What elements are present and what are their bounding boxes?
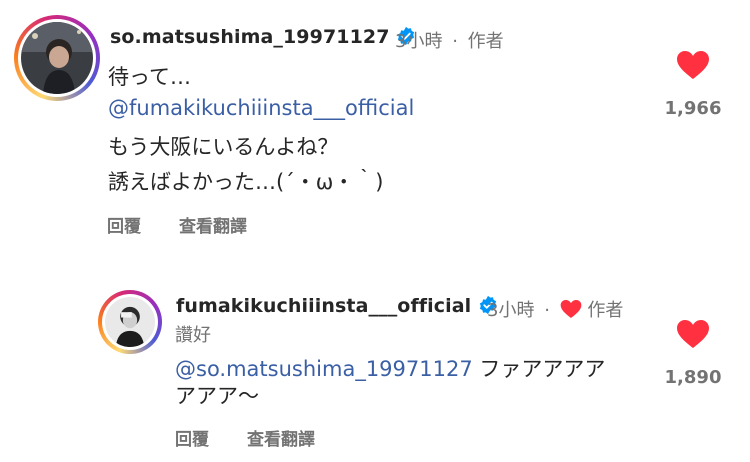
like-heart-icon[interactable] [676, 319, 710, 349]
separator-dot: · [544, 300, 550, 321]
comment-username[interactable]: fumakikuchiiinsta___official [176, 295, 498, 317]
author-badge: 作者 [467, 31, 504, 52]
like-heart-icon[interactable] [676, 50, 710, 80]
username-text[interactable]: so.matsushima_19971127 [110, 26, 390, 48]
comment-meta: 3小時 · 作者 [487, 296, 623, 322]
timestamp: 3小時 [395, 31, 443, 52]
avatar[interactable] [98, 290, 162, 354]
comment-item: so.matsushima_19971127 3小時 · 作者 待って… @fu… [0, 0, 750, 250]
reply-button[interactable]: 回覆 [107, 212, 141, 237]
comment-text-line: 誘えばよかった…(´・ω・｀) [108, 170, 384, 194]
liked-by-author-heart-icon [560, 299, 582, 319]
reply-button[interactable]: 回覆 [175, 425, 209, 450]
comment-text-line: @so.matsushima_19971127 ファアアアア [175, 353, 605, 383]
like-count: 1,966 [664, 98, 722, 119]
separator-dot: · [452, 31, 458, 52]
comment-text-line: アアア～ [175, 384, 259, 408]
like-count: 1,890 [664, 367, 722, 388]
comment-username[interactable]: so.matsushima_19971127 [110, 26, 416, 48]
see-translation-button[interactable]: 查看翻譯 [247, 425, 315, 450]
timestamp: 3小時 [487, 300, 535, 321]
username-text[interactable]: fumakikuchiiinsta___official [176, 295, 471, 317]
comment-meta: 3小時 · 作者 [395, 27, 504, 53]
comment-text-line: 待って… [108, 65, 191, 89]
comment-text: ファアアアア [472, 357, 606, 381]
author-badge: 作者 [587, 300, 624, 321]
avatar-photo [105, 297, 155, 347]
mention-link[interactable]: @so.matsushima_19971127 [175, 357, 473, 381]
avatar-photo [21, 22, 93, 94]
avatar[interactable] [14, 15, 100, 101]
liked-by-author-label: 讚好 [175, 325, 211, 346]
comment-text-line: もう大阪にいるんよね？ [108, 135, 339, 159]
mention-link[interactable]: @fumakikuchiiinsta___official [108, 96, 414, 120]
reply-item: fumakikuchiiinsta___official 3小時 · 作者 讚好… [0, 270, 750, 462]
see-translation-button[interactable]: 查看翻譯 [179, 212, 247, 237]
